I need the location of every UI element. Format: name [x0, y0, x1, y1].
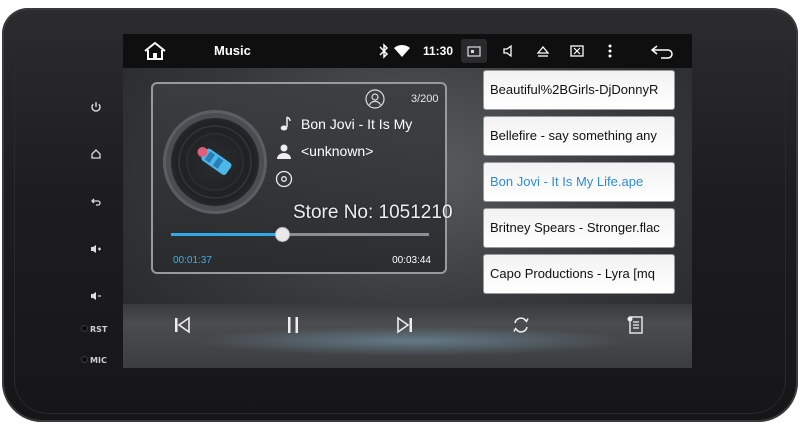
track-title-row: Bon Jovi - It Is My [275, 115, 412, 133]
more-vert-icon[interactable] [597, 39, 623, 63]
repeat-icon[interactable] [506, 312, 536, 338]
rst-label: RST [90, 325, 108, 334]
pause-icon[interactable] [278, 312, 308, 338]
screen: Music 11:30 3/200 Bon Jovi - It Is My <u… [123, 34, 692, 368]
total-time: 00:03:44 [392, 255, 431, 266]
status-bar: Music 11:30 [123, 34, 692, 68]
album-art-disc [171, 118, 259, 206]
progress-knob[interactable] [274, 227, 290, 242]
artist-icon [277, 144, 291, 159]
mic-label: MIC [90, 356, 107, 365]
album-row [275, 170, 301, 188]
volume-icon[interactable] [496, 39, 522, 63]
playback-controls [123, 304, 692, 368]
music-note-icon [280, 116, 291, 131]
playlist-item[interactable]: Beautiful%2BGirls-DjDonnyR [483, 70, 675, 110]
app-title: Music [214, 43, 251, 58]
playlist-item[interactable]: Bellefire - say something any [483, 116, 675, 156]
rst-hole[interactable] [82, 326, 87, 331]
user-circle-icon[interactable] [365, 89, 385, 109]
now-playing-panel: 3/200 Bon Jovi - It Is My <unknown> 00:0… [151, 82, 447, 274]
home-icon[interactable] [86, 146, 106, 162]
playlist-icon[interactable] [621, 312, 651, 338]
back-icon[interactable] [86, 194, 106, 210]
playlist-item-active[interactable]: Bon Jovi - It Is My Life.ape [483, 162, 675, 202]
close-window-icon[interactable] [564, 39, 590, 63]
elapsed-time: 00:01:37 [173, 255, 212, 266]
volume-down-icon[interactable] [86, 288, 106, 304]
wifi-icon [393, 44, 411, 58]
artist-name: <unknown> [301, 143, 374, 159]
store-watermark: Store No: 1051210 [293, 202, 453, 223]
artist-row: <unknown> [275, 142, 373, 160]
album-disc-icon [275, 170, 293, 188]
power-icon[interactable] [86, 99, 106, 115]
home-icon[interactable] [143, 41, 167, 61]
eject-icon[interactable] [530, 39, 556, 63]
screenshot-icon[interactable] [461, 39, 487, 63]
progress-fill [171, 233, 282, 236]
previous-icon[interactable] [167, 312, 197, 338]
next-icon[interactable] [390, 312, 420, 338]
progress-bar[interactable] [171, 227, 429, 242]
playlist-item[interactable]: Capo Productions - Lyra [mq [483, 254, 675, 294]
track-title: Bon Jovi - It Is My [301, 116, 413, 132]
back-icon[interactable] [646, 39, 678, 63]
mic-hole [82, 357, 87, 362]
playlist-item[interactable]: Britney Spears - Stronger.flac [483, 208, 675, 248]
bluetooth-icon [377, 43, 391, 59]
clock: 11:30 [423, 44, 454, 58]
volume-up-icon[interactable] [86, 241, 106, 257]
track-count: 3/200 [411, 93, 439, 105]
